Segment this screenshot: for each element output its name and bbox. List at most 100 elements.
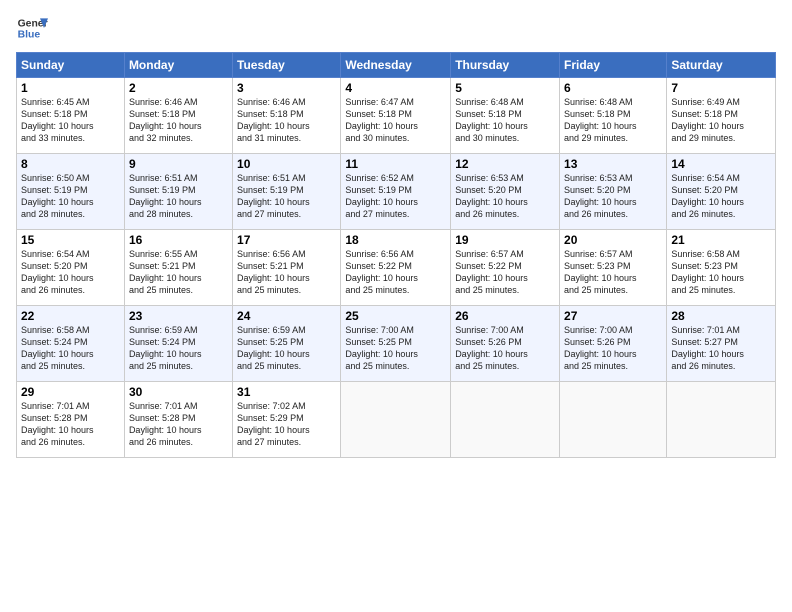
header: General Blue — [16, 12, 776, 44]
calendar-cell: 18Sunrise: 6:56 AM Sunset: 5:22 PM Dayli… — [341, 230, 451, 306]
weekday-header-row: SundayMondayTuesdayWednesdayThursdayFrid… — [17, 53, 776, 78]
calendar-cell: 3Sunrise: 6:46 AM Sunset: 5:18 PM Daylig… — [233, 78, 341, 154]
day-number: 4 — [345, 81, 446, 95]
day-info: Sunrise: 6:51 AM Sunset: 5:19 PM Dayligh… — [129, 172, 228, 221]
weekday-header-tuesday: Tuesday — [233, 53, 341, 78]
day-number: 25 — [345, 309, 446, 323]
week-row-3: 15Sunrise: 6:54 AM Sunset: 5:20 PM Dayli… — [17, 230, 776, 306]
calendar-cell: 12Sunrise: 6:53 AM Sunset: 5:20 PM Dayli… — [451, 154, 560, 230]
day-number: 30 — [129, 385, 228, 399]
day-info: Sunrise: 6:48 AM Sunset: 5:18 PM Dayligh… — [564, 96, 662, 145]
day-info: Sunrise: 6:57 AM Sunset: 5:22 PM Dayligh… — [455, 248, 555, 297]
calendar-cell: 19Sunrise: 6:57 AM Sunset: 5:22 PM Dayli… — [451, 230, 560, 306]
day-info: Sunrise: 6:58 AM Sunset: 5:24 PM Dayligh… — [21, 324, 120, 373]
day-number: 22 — [21, 309, 120, 323]
calendar-cell: 14Sunrise: 6:54 AM Sunset: 5:20 PM Dayli… — [667, 154, 776, 230]
day-number: 16 — [129, 233, 228, 247]
calendar-cell: 5Sunrise: 6:48 AM Sunset: 5:18 PM Daylig… — [451, 78, 560, 154]
weekday-header-friday: Friday — [560, 53, 667, 78]
day-number: 27 — [564, 309, 662, 323]
day-info: Sunrise: 6:57 AM Sunset: 5:23 PM Dayligh… — [564, 248, 662, 297]
calendar-cell — [667, 382, 776, 458]
day-info: Sunrise: 6:48 AM Sunset: 5:18 PM Dayligh… — [455, 96, 555, 145]
day-number: 11 — [345, 157, 446, 171]
day-number: 9 — [129, 157, 228, 171]
day-info: Sunrise: 7:00 AM Sunset: 5:26 PM Dayligh… — [564, 324, 662, 373]
day-number: 14 — [671, 157, 771, 171]
week-row-5: 29Sunrise: 7:01 AM Sunset: 5:28 PM Dayli… — [17, 382, 776, 458]
day-info: Sunrise: 6:45 AM Sunset: 5:18 PM Dayligh… — [21, 96, 120, 145]
calendar-cell: 7Sunrise: 6:49 AM Sunset: 5:18 PM Daylig… — [667, 78, 776, 154]
day-info: Sunrise: 6:50 AM Sunset: 5:19 PM Dayligh… — [21, 172, 120, 221]
day-number: 20 — [564, 233, 662, 247]
day-number: 28 — [671, 309, 771, 323]
calendar-cell: 9Sunrise: 6:51 AM Sunset: 5:19 PM Daylig… — [124, 154, 232, 230]
day-number: 26 — [455, 309, 555, 323]
day-info: Sunrise: 6:46 AM Sunset: 5:18 PM Dayligh… — [237, 96, 336, 145]
day-number: 19 — [455, 233, 555, 247]
day-info: Sunrise: 6:46 AM Sunset: 5:18 PM Dayligh… — [129, 96, 228, 145]
week-row-1: 1Sunrise: 6:45 AM Sunset: 5:18 PM Daylig… — [17, 78, 776, 154]
day-info: Sunrise: 7:01 AM Sunset: 5:27 PM Dayligh… — [671, 324, 771, 373]
day-number: 17 — [237, 233, 336, 247]
day-number: 15 — [21, 233, 120, 247]
calendar-cell: 21Sunrise: 6:58 AM Sunset: 5:23 PM Dayli… — [667, 230, 776, 306]
day-info: Sunrise: 6:49 AM Sunset: 5:18 PM Dayligh… — [671, 96, 771, 145]
day-info: Sunrise: 6:59 AM Sunset: 5:25 PM Dayligh… — [237, 324, 336, 373]
calendar-cell: 1Sunrise: 6:45 AM Sunset: 5:18 PM Daylig… — [17, 78, 125, 154]
calendar-cell: 2Sunrise: 6:46 AM Sunset: 5:18 PM Daylig… — [124, 78, 232, 154]
day-info: Sunrise: 7:00 AM Sunset: 5:25 PM Dayligh… — [345, 324, 446, 373]
day-info: Sunrise: 6:56 AM Sunset: 5:22 PM Dayligh… — [345, 248, 446, 297]
day-info: Sunrise: 7:01 AM Sunset: 5:28 PM Dayligh… — [129, 400, 228, 449]
calendar-cell: 23Sunrise: 6:59 AM Sunset: 5:24 PM Dayli… — [124, 306, 232, 382]
day-info: Sunrise: 6:54 AM Sunset: 5:20 PM Dayligh… — [671, 172, 771, 221]
day-info: Sunrise: 6:53 AM Sunset: 5:20 PM Dayligh… — [564, 172, 662, 221]
weekday-header-sunday: Sunday — [17, 53, 125, 78]
calendar-cell: 20Sunrise: 6:57 AM Sunset: 5:23 PM Dayli… — [560, 230, 667, 306]
calendar-cell: 16Sunrise: 6:55 AM Sunset: 5:21 PM Dayli… — [124, 230, 232, 306]
calendar-cell: 17Sunrise: 6:56 AM Sunset: 5:21 PM Dayli… — [233, 230, 341, 306]
day-number: 10 — [237, 157, 336, 171]
calendar-cell: 4Sunrise: 6:47 AM Sunset: 5:18 PM Daylig… — [341, 78, 451, 154]
calendar-cell: 10Sunrise: 6:51 AM Sunset: 5:19 PM Dayli… — [233, 154, 341, 230]
calendar-cell: 29Sunrise: 7:01 AM Sunset: 5:28 PM Dayli… — [17, 382, 125, 458]
calendar-cell: 8Sunrise: 6:50 AM Sunset: 5:19 PM Daylig… — [17, 154, 125, 230]
day-number: 18 — [345, 233, 446, 247]
day-number: 13 — [564, 157, 662, 171]
calendar-cell: 26Sunrise: 7:00 AM Sunset: 5:26 PM Dayli… — [451, 306, 560, 382]
calendar-cell: 6Sunrise: 6:48 AM Sunset: 5:18 PM Daylig… — [560, 78, 667, 154]
calendar-cell: 13Sunrise: 6:53 AM Sunset: 5:20 PM Dayli… — [560, 154, 667, 230]
day-number: 2 — [129, 81, 228, 95]
day-info: Sunrise: 6:56 AM Sunset: 5:21 PM Dayligh… — [237, 248, 336, 297]
weekday-header-wednesday: Wednesday — [341, 53, 451, 78]
calendar-container: General Blue SundayMondayTuesdayWednesda… — [0, 0, 792, 466]
day-number: 29 — [21, 385, 120, 399]
calendar-cell: 28Sunrise: 7:01 AM Sunset: 5:27 PM Dayli… — [667, 306, 776, 382]
svg-text:Blue: Blue — [18, 30, 41, 41]
day-number: 3 — [237, 81, 336, 95]
day-number: 7 — [671, 81, 771, 95]
day-number: 21 — [671, 233, 771, 247]
day-info: Sunrise: 7:02 AM Sunset: 5:29 PM Dayligh… — [237, 400, 336, 449]
logo: General Blue — [16, 12, 52, 44]
day-number: 31 — [237, 385, 336, 399]
day-info: Sunrise: 6:47 AM Sunset: 5:18 PM Dayligh… — [345, 96, 446, 145]
day-info: Sunrise: 6:55 AM Sunset: 5:21 PM Dayligh… — [129, 248, 228, 297]
day-number: 23 — [129, 309, 228, 323]
day-info: Sunrise: 6:51 AM Sunset: 5:19 PM Dayligh… — [237, 172, 336, 221]
calendar-cell: 11Sunrise: 6:52 AM Sunset: 5:19 PM Dayli… — [341, 154, 451, 230]
weekday-header-saturday: Saturday — [667, 53, 776, 78]
day-number: 5 — [455, 81, 555, 95]
calendar-cell — [451, 382, 560, 458]
day-number: 8 — [21, 157, 120, 171]
day-info: Sunrise: 7:01 AM Sunset: 5:28 PM Dayligh… — [21, 400, 120, 449]
calendar-cell: 30Sunrise: 7:01 AM Sunset: 5:28 PM Dayli… — [124, 382, 232, 458]
day-info: Sunrise: 7:00 AM Sunset: 5:26 PM Dayligh… — [455, 324, 555, 373]
day-info: Sunrise: 6:53 AM Sunset: 5:20 PM Dayligh… — [455, 172, 555, 221]
day-number: 12 — [455, 157, 555, 171]
calendar-cell: 27Sunrise: 7:00 AM Sunset: 5:26 PM Dayli… — [560, 306, 667, 382]
calendar-cell — [560, 382, 667, 458]
day-number: 1 — [21, 81, 120, 95]
day-number: 6 — [564, 81, 662, 95]
calendar-cell: 25Sunrise: 7:00 AM Sunset: 5:25 PM Dayli… — [341, 306, 451, 382]
